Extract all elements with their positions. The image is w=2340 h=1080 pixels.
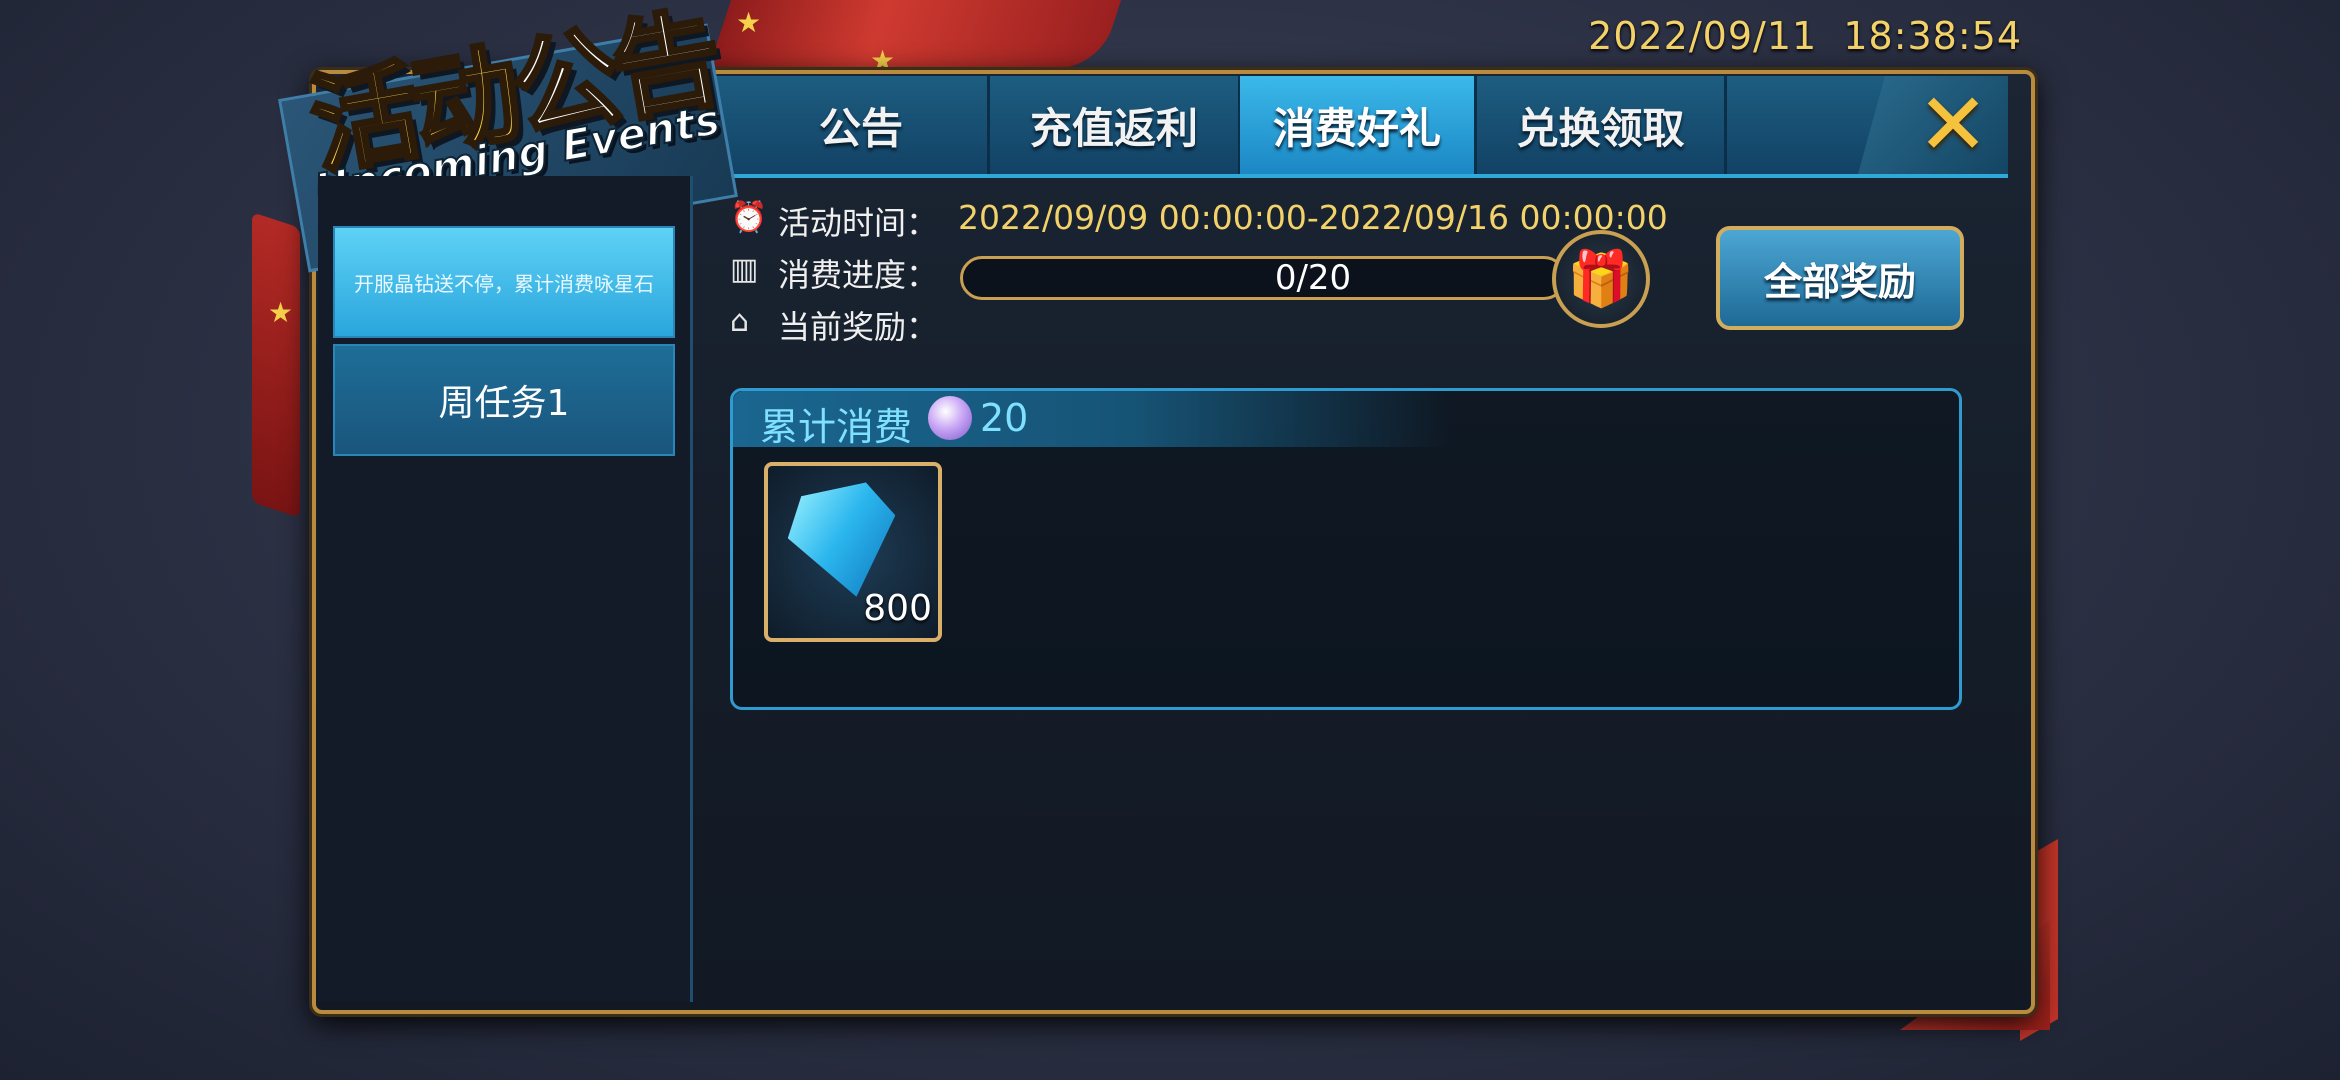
ribbon-decoration (252, 212, 300, 518)
star-icon: ★ (736, 6, 762, 39)
event-time-value: 2022/09/09 00:00:00-2022/09/16 00:00:00 (958, 198, 1668, 237)
sidebar-item-weekly-task[interactable]: 周任务1 (333, 344, 675, 456)
star-icon: ★ (268, 296, 294, 329)
tab-spending-gifts[interactable]: 消费好礼 (1240, 76, 1477, 174)
timestamp: 2022/09/11 18:38:54 (1588, 14, 2022, 58)
all-rewards-button[interactable]: 全部奖励 (1716, 226, 1964, 330)
gift-box-icon: 🎁 (1552, 230, 1650, 328)
gift-icon: ⌂ (730, 304, 750, 339)
event-time-label: 活动时间： (778, 204, 939, 242)
reward-item-count: 800 (863, 588, 932, 629)
current-reward-label: 当前奖励： (778, 308, 939, 346)
tab-recharge-rebate[interactable]: 充值返利 (990, 76, 1241, 174)
progress-label: 消费进度： (778, 256, 939, 294)
sidebar-item-label: 开服晶钻送不停，累计消费咏星石 (354, 271, 654, 296)
reward-card-amount: 20 (980, 396, 1029, 440)
sidebar-item-label: 周任务1 (438, 383, 570, 424)
tab-exchange[interactable]: 兑换领取 (1477, 76, 1727, 174)
bar-chart-icon: ▥ (730, 252, 759, 287)
star-stone-icon (928, 396, 972, 440)
sidebar-item-event[interactable]: 开服晶钻送不停，累计消费咏星石 (333, 226, 675, 338)
close-icon: ✕ (1916, 75, 1990, 175)
reward-card-title: 累计消费 (760, 405, 913, 449)
tab-announcement[interactable]: 公告 (735, 76, 990, 174)
alarm-clock-icon: ⏰ (730, 200, 768, 235)
ribbon-decoration (708, 0, 1122, 68)
